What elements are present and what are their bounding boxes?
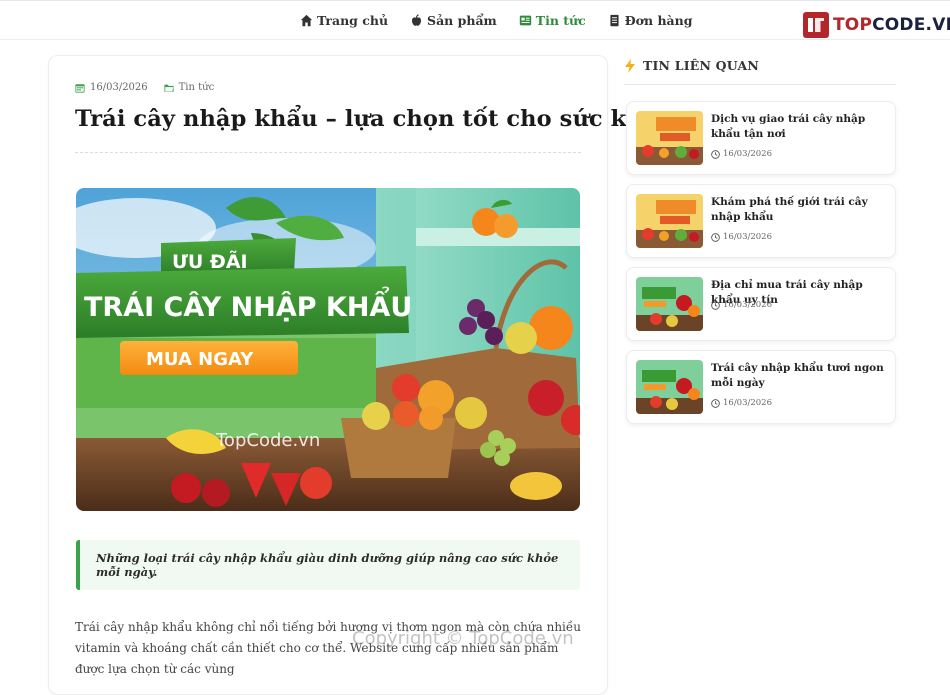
banner-ribbon-main: TRÁI CÂY NHẬP KHẨU [84,286,412,323]
article-card: 16/03/2026 Tin tức Trái cây nhập khẩu – … [48,55,672,695]
nav-item-home[interactable]: Trang chủ [300,13,388,28]
nav-item-news[interactable]: Tin tức [519,13,586,28]
site-logo[interactable]: TOPCODE.VN [803,12,950,38]
related-title[interactable]: Khám phá thế giới trái cây nhập khẩu [711,195,891,225]
related-card[interactable]: Địa chỉ mua trái cây nhập khẩu uy tín 16… [626,267,896,341]
article-title: Trái cây nhập khẩu – lựa chọn tốt cho sứ… [75,106,673,132]
folder-icon [164,84,174,92]
related-date: 16/03/2026 [711,300,772,310]
related-date: 16/03/2026 [711,149,772,159]
title-divider [75,152,581,153]
hero-watermark: TopCode.vn [215,430,320,451]
article-hero-image: ƯU ĐÃI TRÁI CÂY NHẬP KHẨU MUA NGAY TopCo… [76,188,580,511]
banner-ribbon-top: ƯU ĐÃI [172,249,248,273]
related-heading-text: TIN LIÊN QUAN [643,58,759,73]
apple-icon [412,14,422,26]
related-heading: TIN LIÊN QUAN [624,58,759,73]
clock-icon [711,232,720,242]
related-thumbnail [636,194,703,248]
quote-text: Những loại trái cây nhập khẩu giàu dinh … [96,551,559,579]
article-body-paragraph: Trái cây nhập khẩu không chỉ nổi tiếng b… [75,620,581,676]
order-icon [610,14,619,27]
related-card[interactable]: Dịch vụ giao trái cây nhập khẩu tận nơi … [626,101,896,175]
article-meta: 16/03/2026 Tin tức [75,82,214,93]
main-menu: Trang chủ Sản phẩm Tin tức Đơn hàng [300,13,714,28]
related-card[interactable]: Khám phá thế giới trái cây nhập khẩu 16/… [626,184,896,258]
logo-mark-icon [803,12,829,38]
calendar-icon [75,83,85,93]
article-category[interactable]: Tin tức [179,82,215,93]
home-icon [300,14,313,27]
related-title[interactable]: Trái cây nhập khẩu tươi ngon mỗi ngày [711,361,891,391]
related-date: 16/03/2026 [711,398,772,408]
logo-text: TOPCODE.VN [833,15,950,35]
nav-item-products[interactable]: Sản phẩm [410,13,497,28]
related-divider [624,84,896,85]
article-lead-quote: Những loại trái cây nhập khẩu giàu dinh … [76,540,580,590]
related-date: 16/03/2026 [711,232,772,242]
banner-cta: MUA NGAY [146,349,254,370]
nav-label-news: Tin tức [535,13,586,28]
nav-item-orders[interactable]: Đơn hàng [608,13,693,28]
related-thumbnail [636,111,703,165]
nav-label-home: Trang chủ [317,13,389,28]
news-icon [519,15,531,26]
top-navbar: Trang chủ Sản phẩm Tin tức Đơn hàng TOPC… [0,0,950,40]
lightning-icon [625,58,635,73]
article-date: 16/03/2026 [90,82,148,93]
related-thumbnail [636,360,703,414]
related-title[interactable]: Dịch vụ giao trái cây nhập khẩu tận nơi [711,112,891,142]
nav-label-products: Sản phẩm [427,13,497,28]
related-thumbnail [636,277,703,331]
related-card[interactable]: Trái cây nhập khẩu tươi ngon mỗi ngày 16… [626,350,896,424]
clock-icon [711,149,720,159]
clock-icon [711,300,720,310]
clock-icon [711,398,720,408]
nav-label-orders: Đơn hàng [624,13,693,28]
